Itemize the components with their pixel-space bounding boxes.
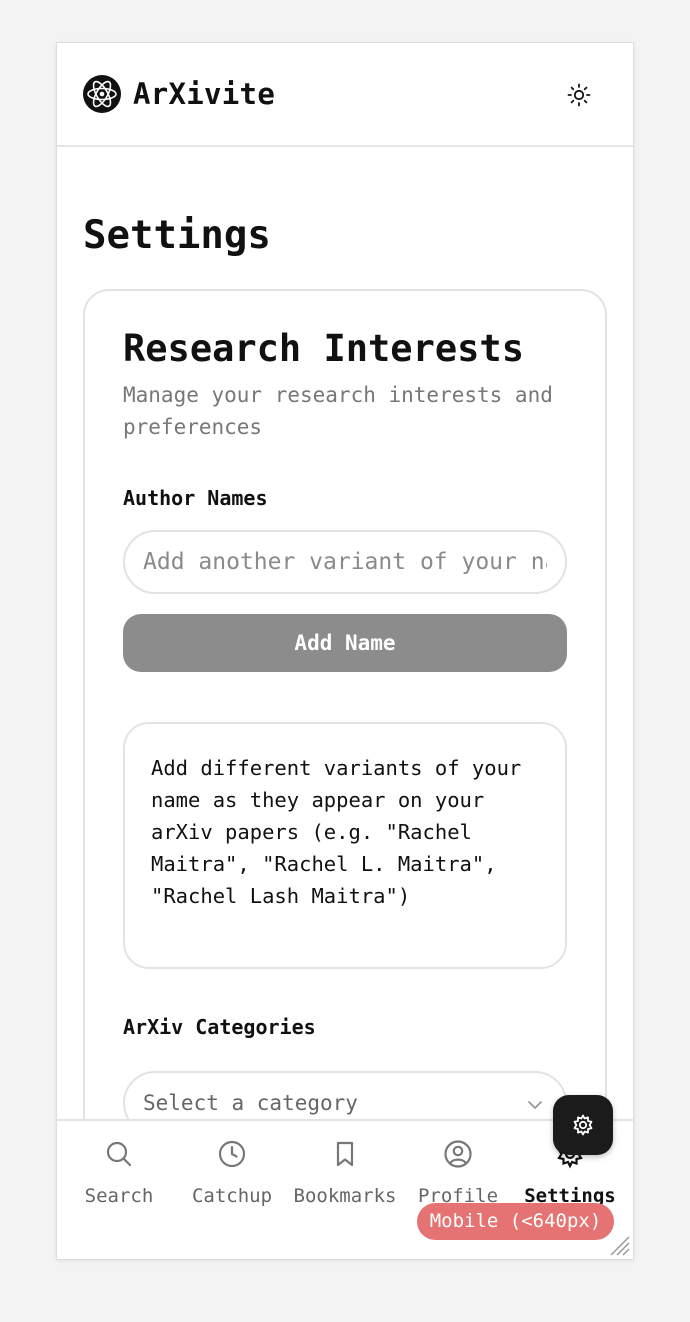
clock-icon [218, 1140, 246, 1168]
chevron-down-icon [528, 1101, 542, 1109]
resize-handle-icon[interactable] [605, 1231, 631, 1257]
breakpoint-badge: Mobile (<640px) [417, 1203, 614, 1240]
bookmark-icon [336, 1141, 354, 1167]
author-names-hint: Add different variants of your name as t… [123, 722, 567, 969]
search-icon [106, 1141, 132, 1167]
sun-icon[interactable] [567, 83, 591, 107]
app-frame: ArXivite Settings Research Interests Man… [56, 42, 634, 1260]
top-bar: ArXivite [57, 43, 633, 147]
nav-label-bookmarks: Bookmarks [293, 1185, 397, 1207]
atom-logo-icon[interactable] [83, 75, 121, 113]
arxiv-categories-label: ArXiv Categories [123, 1015, 316, 1039]
settings-fab-button[interactable] [553, 1095, 613, 1155]
author-names-label: Author Names [123, 486, 268, 510]
page-title: Settings [83, 213, 271, 258]
nav-label-search: Search [84, 1185, 154, 1207]
card-title: Research Interests [123, 327, 524, 370]
nav-item-bookmarks[interactable]: Bookmarks [289, 1121, 401, 1231]
card-subtitle: Manage your research interests and prefe… [123, 383, 553, 439]
nav-item-catchup[interactable]: Catchup [176, 1121, 288, 1231]
add-name-button[interactable]: Add Name [123, 614, 567, 672]
category-select[interactable]: Select a category [123, 1071, 567, 1119]
nav-item-search[interactable]: Search [63, 1121, 175, 1231]
user-circle-icon [444, 1140, 472, 1168]
app-name[interactable]: ArXivite [133, 77, 275, 111]
author-name-input[interactable] [123, 530, 567, 594]
research-interests-card: Research Interests Manage your research … [83, 289, 607, 1119]
category-select-placeholder: Select a category [143, 1091, 358, 1115]
main-content: Settings Research Interests Manage your … [57, 149, 633, 1119]
nav-label-catchup: Catchup [191, 1185, 273, 1207]
gear-icon [573, 1114, 593, 1136]
